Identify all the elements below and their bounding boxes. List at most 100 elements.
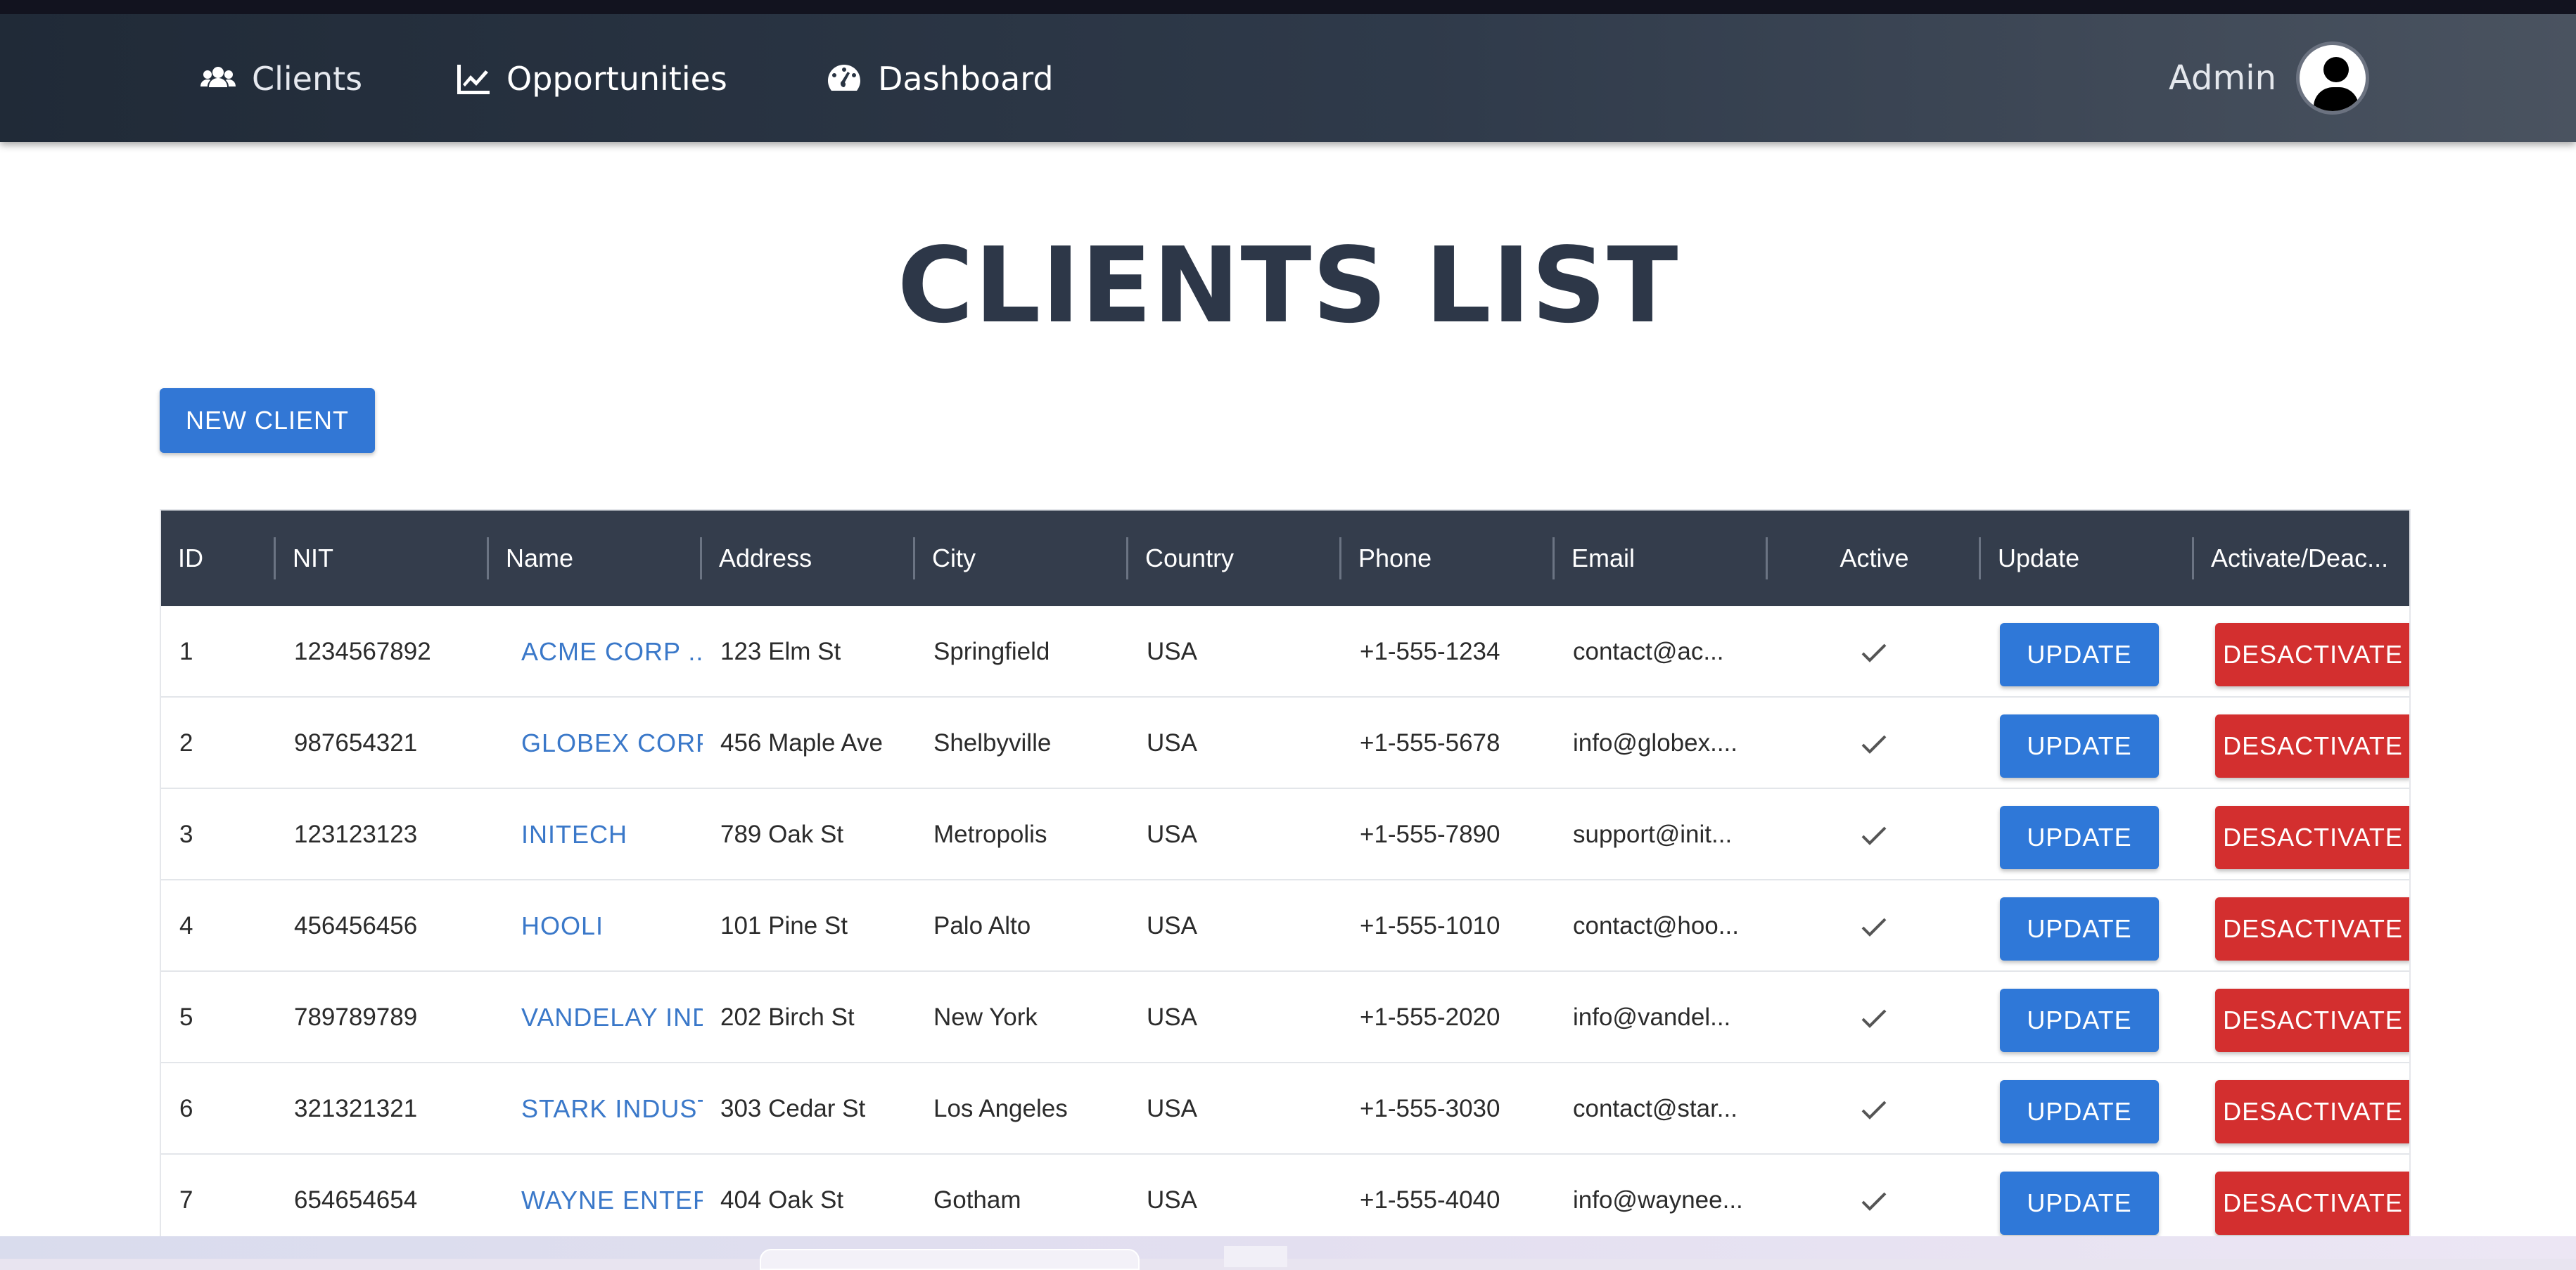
cell-email: contact@star... xyxy=(1573,1095,1737,1122)
column-header-activate-deactivate-label: Activate/Deac... xyxy=(2211,544,2389,572)
deactivate-button[interactable]: DESACTIVATE xyxy=(2215,623,2409,686)
nav-opportunities-label: Opportunities xyxy=(506,60,727,98)
deactivate-button[interactable]: DESACTIVATE xyxy=(2215,714,2409,778)
avatar[interactable] xyxy=(2296,41,2369,115)
column-header-id[interactable]: ID xyxy=(161,511,276,606)
column-header-active-label: Active xyxy=(1839,544,1909,572)
cell-country: USA xyxy=(1147,1003,1197,1031)
clients-table: ID NIT Name Address City Country Phone E… xyxy=(160,509,2411,1236)
column-header-phone[interactable]: Phone xyxy=(1341,511,1555,606)
cell-email: info@globex.... xyxy=(1573,729,1737,757)
screen-top-border xyxy=(0,0,2576,14)
cell-address: 789 Oak St xyxy=(720,821,844,848)
column-header-activate-deactivate[interactable]: Activate/Deac... xyxy=(2194,511,2409,606)
check-icon xyxy=(1861,643,1887,662)
column-header-update[interactable]: Update xyxy=(1981,511,2194,606)
cell-name[interactable]: ACME CORP .. xyxy=(521,606,703,698)
update-button[interactable]: UPDATE xyxy=(2000,714,2159,778)
app-window: Clients Opportunities Dashboard Admin CL… xyxy=(0,14,2576,1236)
cell-name[interactable]: STARK INDUST xyxy=(521,1063,703,1155)
cell-nit: 321321321 xyxy=(294,1095,418,1122)
nav-dashboard-label: Dashboard xyxy=(878,60,1054,98)
cell-phone: +1-555-1234 xyxy=(1360,638,1500,665)
column-header-update-label: Update xyxy=(1998,544,2080,572)
cell-id: 1 xyxy=(179,638,193,665)
taskbar-item[interactable] xyxy=(1224,1246,1287,1267)
cell-name[interactable]: GLOBEX CORP xyxy=(521,698,703,789)
cell-nit: 789789789 xyxy=(294,1003,418,1031)
column-header-country[interactable]: Country xyxy=(1128,511,1341,606)
column-header-country-label: Country xyxy=(1145,544,1235,572)
cell-city: Metropolis xyxy=(933,821,1047,848)
cell-city: New York xyxy=(933,1003,1038,1031)
cell-name[interactable]: HOOLI xyxy=(521,880,703,972)
cell-email: info@waynee... xyxy=(1573,1186,1743,1214)
cell-city: Springfield xyxy=(933,638,1050,665)
cell-address: 123 Elm St xyxy=(720,638,841,665)
cell-nit: 1234567892 xyxy=(294,638,431,665)
cell-address: 456 Maple Ave xyxy=(720,729,883,757)
cell-address: 101 Pine St xyxy=(720,912,848,939)
update-button[interactable]: UPDATE xyxy=(2000,1080,2159,1143)
cell-nit: 654654654 xyxy=(294,1186,418,1214)
deactivate-button[interactable]: DESACTIVATE xyxy=(2215,1080,2409,1143)
cell-id: 6 xyxy=(179,1095,193,1122)
cell-id: 5 xyxy=(179,1003,193,1031)
column-header-nit[interactable]: NIT xyxy=(276,511,489,606)
cell-phone: +1-555-5678 xyxy=(1360,729,1500,757)
column-header-email[interactable]: Email xyxy=(1555,511,1768,606)
user-menu[interactable]: Admin xyxy=(2169,41,2369,115)
top-navbar: Clients Opportunities Dashboard Admin xyxy=(0,14,2576,142)
check-icon xyxy=(1861,826,1887,845)
column-header-address-label: Address xyxy=(719,544,812,572)
cell-phone: +1-555-7890 xyxy=(1360,821,1500,848)
taskbar xyxy=(0,1236,2576,1270)
taskbar-search[interactable] xyxy=(760,1249,1140,1270)
nav-clients[interactable]: Clients xyxy=(200,56,362,101)
column-header-address[interactable]: Address xyxy=(702,511,915,606)
cell-email: contact@ac... xyxy=(1573,638,1724,665)
deactivate-button[interactable]: DESACTIVATE xyxy=(2215,897,2409,961)
cell-name[interactable]: WAYNE ENTER xyxy=(521,1155,703,1236)
column-header-city-label: City xyxy=(932,544,976,572)
column-header-city[interactable]: City xyxy=(915,511,1128,606)
check-icon xyxy=(1861,735,1887,754)
update-button[interactable]: UPDATE xyxy=(2000,1172,2159,1235)
cell-address: 303 Cedar St xyxy=(720,1095,866,1122)
deactivate-button[interactable]: DESACTIVATE xyxy=(2215,989,2409,1052)
cell-city: Los Angeles xyxy=(933,1095,1068,1122)
cell-city: Shelbyville xyxy=(933,729,1052,757)
cell-city: Palo Alto xyxy=(933,912,1031,939)
column-header-id-label: ID xyxy=(178,544,203,572)
update-button[interactable]: UPDATE xyxy=(2000,989,2159,1052)
nav-dashboard[interactable]: Dashboard xyxy=(826,56,1054,101)
avatar-head xyxy=(2323,57,2349,82)
cell-nit: 987654321 xyxy=(294,729,418,757)
column-header-email-label: Email xyxy=(1571,544,1635,572)
update-button[interactable]: UPDATE xyxy=(2000,623,2159,686)
cell-name[interactable]: INITECH xyxy=(521,789,703,880)
table-row: 2 987654321 GLOBEX CORP 456 Maple Ave Shelby… xyxy=(161,698,2409,789)
table-row: 7 654654654 WAYNE ENTER 404 Oak St Gotham USA… xyxy=(161,1155,2409,1236)
cell-address: 404 Oak St xyxy=(720,1186,844,1214)
line-chart-icon xyxy=(457,65,490,94)
cell-country: USA xyxy=(1147,912,1197,939)
cell-name[interactable]: VANDELAY IND xyxy=(521,972,703,1063)
update-button[interactable]: UPDATE xyxy=(2000,897,2159,961)
column-header-phone-label: Phone xyxy=(1358,544,1432,572)
nav-opportunities[interactable]: Opportunities xyxy=(454,56,727,101)
deactivate-button[interactable]: DESACTIVATE xyxy=(2215,806,2409,869)
cell-country: USA xyxy=(1147,729,1197,757)
avatar-body xyxy=(2314,87,2359,111)
check-icon xyxy=(1861,918,1887,937)
update-button[interactable]: UPDATE xyxy=(2000,806,2159,869)
column-header-active[interactable]: Active xyxy=(1768,511,1981,606)
table-row: 1 1234567892 ACME CORP .. 123 Elm St Springf… xyxy=(161,606,2409,698)
cell-country: USA xyxy=(1147,638,1197,665)
cell-phone: +1-555-4040 xyxy=(1360,1186,1500,1214)
cell-country: USA xyxy=(1147,1186,1197,1214)
deactivate-button[interactable]: DESACTIVATE xyxy=(2215,1172,2409,1235)
column-header-name-label: Name xyxy=(506,544,574,572)
new-client-button[interactable]: NEW CLIENT xyxy=(160,388,375,453)
column-header-name[interactable]: Name xyxy=(489,511,702,606)
